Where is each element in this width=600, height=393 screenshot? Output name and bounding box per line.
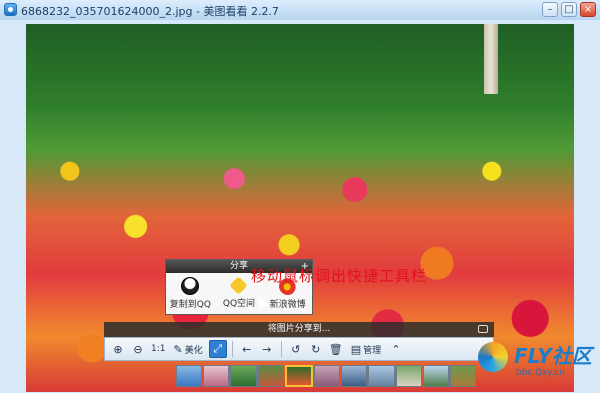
thumbnail[interactable] bbox=[368, 365, 395, 387]
next-button[interactable]: → bbox=[258, 340, 276, 358]
logo-brand: FLY社区 bbox=[514, 344, 592, 368]
hint-text: 移动鼠标调出快捷工具栏 bbox=[251, 267, 428, 285]
share-qzone-label: QQ空间 bbox=[222, 299, 256, 309]
fit-screen-button[interactable]: ⤢ bbox=[208, 340, 227, 358]
qq-penguin-icon bbox=[181, 277, 200, 295]
actual-size-button[interactable]: 1:1 bbox=[149, 340, 167, 358]
arrow-right-icon: → bbox=[262, 342, 272, 356]
rotate-left-button[interactable]: ↺ bbox=[287, 340, 305, 358]
thumbnail[interactable] bbox=[341, 365, 368, 387]
manage-button[interactable]: ▤ 管理 bbox=[347, 340, 385, 358]
share-popup-title: 分享 bbox=[229, 261, 248, 271]
folder-icon: ▤ bbox=[350, 342, 362, 356]
zoom-out-button[interactable]: ⊖ bbox=[129, 340, 147, 358]
zoom-in-button[interactable]: ⊕ bbox=[109, 340, 127, 358]
thumbnail[interactable] bbox=[313, 365, 341, 387]
trash-icon: 🗑 bbox=[328, 342, 343, 356]
share-weibo-label: 新浪微博 bbox=[269, 300, 306, 310]
logo-swirl-icon bbox=[478, 342, 508, 372]
rotate-right-icon: ↻ bbox=[311, 342, 321, 356]
quick-toolbar: ⊕ ⊖ 1:1 ✎ 美化 ⤢ ← → ↺ ↻ 🗑 ▤ 管理 ⌃ bbox=[104, 337, 494, 361]
camera-icon[interactable] bbox=[478, 325, 488, 333]
qzone-star-icon bbox=[229, 276, 249, 295]
delete-button[interactable]: 🗑 bbox=[327, 340, 345, 358]
window-controls: – □ × bbox=[542, 2, 596, 17]
window-title: 6868232_035701624000_2.jpg - 美图看看 2.2.7 bbox=[21, 5, 279, 18]
zoom-in-icon: ⊕ bbox=[113, 342, 123, 356]
minimize-button[interactable]: – bbox=[542, 2, 558, 17]
thumbnail-strip bbox=[176, 365, 477, 387]
manage-label: 管理 bbox=[363, 345, 382, 356]
logo-url: bbs.Qxy.cn bbox=[516, 368, 565, 378]
watermark-logo: FLY社区 bbs.Qxy.cn bbox=[474, 338, 598, 388]
beautify-label: 美化 bbox=[184, 345, 203, 356]
title-bar: 6868232_035701624000_2.jpg - 美图看看 2.2.7 … bbox=[0, 0, 600, 21]
thumbnail[interactable] bbox=[449, 365, 477, 387]
thumbnail[interactable] bbox=[395, 365, 422, 387]
toolbar-divider bbox=[280, 341, 282, 357]
thumbnail[interactable] bbox=[203, 365, 230, 387]
share-bar-label: 将图片分享到... bbox=[267, 324, 331, 334]
actual-size-label: 1:1 bbox=[151, 344, 166, 354]
rotate-right-button[interactable]: ↻ bbox=[307, 340, 325, 358]
toolbar-divider bbox=[231, 341, 233, 357]
maximize-button[interactable]: □ bbox=[561, 2, 577, 17]
app-icon bbox=[4, 3, 17, 16]
thumbnail[interactable] bbox=[230, 365, 257, 387]
fit-screen-icon: ⤢ bbox=[213, 342, 223, 355]
brush-icon: ✎ bbox=[173, 342, 183, 356]
share-qq-label: 复制到QQ bbox=[169, 300, 211, 310]
chevron-up-icon: ⌃ bbox=[391, 342, 401, 356]
thumbnail[interactable] bbox=[257, 365, 284, 387]
rotate-left-icon: ↺ bbox=[291, 342, 301, 356]
arrow-left-icon: ← bbox=[242, 342, 252, 356]
close-button[interactable]: × bbox=[580, 2, 596, 17]
previous-button[interactable]: ← bbox=[238, 340, 256, 358]
thumbnail-selected[interactable] bbox=[284, 365, 313, 387]
tree-trunk bbox=[484, 24, 498, 94]
share-bar[interactable]: 将图片分享到... bbox=[104, 322, 494, 337]
collapse-button[interactable]: ⌃ bbox=[387, 340, 405, 358]
thumbnail[interactable] bbox=[176, 365, 203, 387]
thumbnail[interactable] bbox=[422, 365, 449, 387]
beautify-button[interactable]: ✎ 美化 bbox=[169, 340, 206, 358]
zoom-out-icon: ⊖ bbox=[133, 342, 143, 356]
share-qq-button[interactable]: 复制到QQ bbox=[167, 277, 213, 310]
